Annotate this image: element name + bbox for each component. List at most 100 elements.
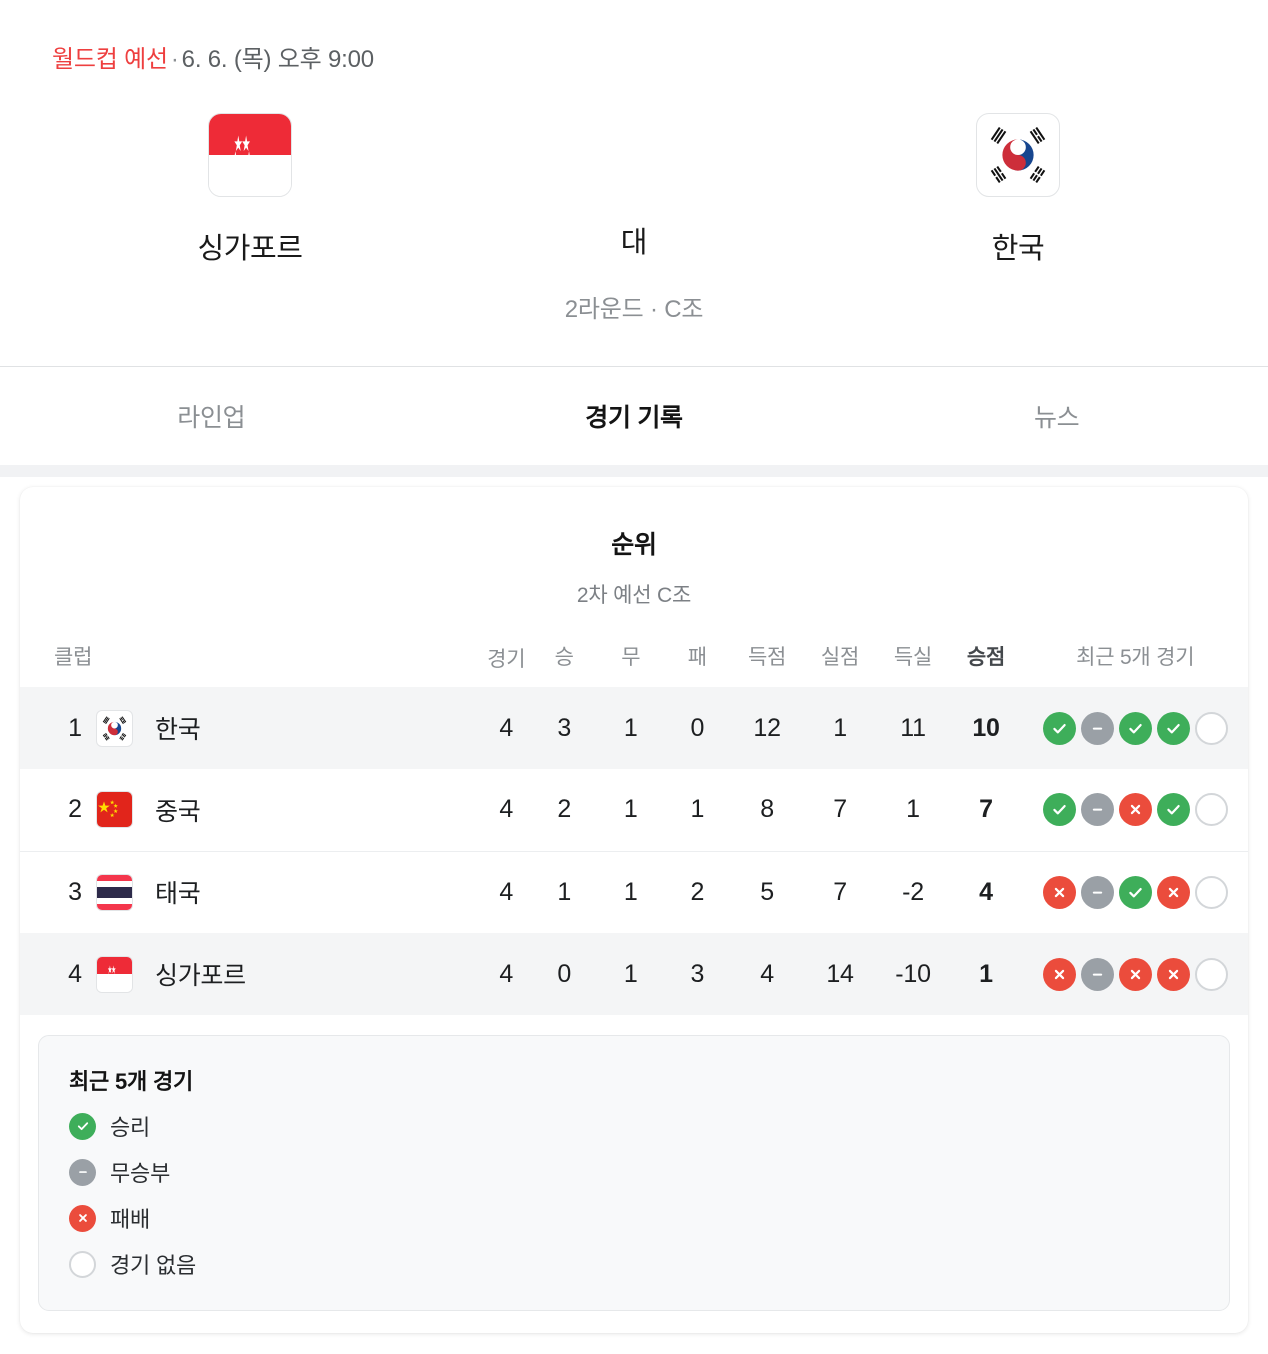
league-name[interactable]: 월드컵 예선 [52,46,168,73]
loss-icon [1118,957,1152,991]
table-header-row: 클럽 경기 승 무 패 득점 실점 득실 승점 최근 5개 경기 [20,641,1248,687]
loss-icon [1042,957,1076,991]
cell-club: 3 태국 [20,851,482,933]
no-match-icon [1194,957,1228,991]
home-team-block[interactable]: 싱가포르 [40,113,460,267]
cell-points: 7 [949,769,1023,852]
cell-win: 0 [530,933,598,1016]
loss-icon [1156,875,1190,909]
cell-goal-diff: 11 [876,687,950,770]
cell-points: 10 [949,687,1023,770]
loss-icon [1118,793,1152,827]
tab-match-record[interactable]: 경기 기록 [423,398,846,434]
standings-title: 순위 [611,531,657,560]
rank-number: 3 [68,877,82,906]
no-match-icon [1194,875,1228,909]
cell-played: 4 [481,769,531,852]
cell-win: 1 [557,877,572,906]
cell-goals-against: 7 [803,769,877,852]
club-name: 한국 [155,716,201,745]
standings-body: 1 한국 4 3 1 0 12 1 11 10 2 중국 4 2 1 1 8 7 1 7 3 태국 4 1 1 2 5 7 -2 4 4 싱가… [20,687,1248,1016]
win-icon [1118,875,1152,909]
cell-loss: 1 [664,769,731,852]
legend-item-label: 패배 [110,1207,151,1233]
cell-goal-diff: -10 [876,933,950,1016]
cell-draw: 1 [597,933,665,1016]
header-goals-against: 실점 [820,646,860,670]
cell-club: 2 중국 [20,769,482,852]
cell-recent-form [1023,851,1248,933]
vs-label: 대 [620,227,648,260]
table-row[interactable]: 4 싱가포르 4 0 1 3 4 14 -10 1 [20,933,1248,1016]
tab-lineup[interactable]: 라인업 [0,398,423,434]
legend-item-label: 무승부 [110,1161,171,1187]
korea-flag-icon [96,709,133,747]
cell-draw: 1 [597,687,665,770]
tab-bar: 라인업 경기 기록 뉴스 [0,367,1268,466]
draw-icon [1080,875,1114,909]
cell-goals-for: 4 [730,933,804,1016]
club-name: 중국 [155,797,201,826]
loss-icon [69,1204,96,1232]
league-separator: · [170,46,179,73]
teams-row: 싱가포르 대 2라운드 · C조 한국 [0,113,1268,324]
rank-number: 4 [68,959,82,988]
win-icon [1156,793,1190,827]
cell-recent-form [1022,687,1248,770]
legend-item-label: 경기 없음 [110,1253,197,1279]
cell-goals-for: 5 [760,877,774,906]
cell-points: 4 [979,877,993,906]
header-played: 경기 [487,648,526,672]
form-legend: 최근 5개 경기 승리 무승부 패배 경기 없음 [38,1035,1230,1312]
cell-club: 4 싱가포르 [20,933,482,1016]
match-datetime: 6. 6. (목) 오후 9:00 [181,46,374,73]
cell-loss: 3 [664,933,731,1016]
win-icon [1118,711,1152,745]
tab-news[interactable]: 뉴스 [845,398,1268,434]
cell-win: 3 [530,687,598,770]
header-loss: 패 [687,646,707,670]
cell-draw: 1 [597,769,665,852]
cell-goals-against: 1 [803,687,877,770]
match-detail-page: 월드컵 예선 · 6. 6. (목) 오후 9:00 싱가포르 대 2라운드 ·… [0,0,1268,1354]
cell-played: 4 [481,687,531,770]
match-header: 월드컵 예선 · 6. 6. (목) 오후 9:00 싱가포르 대 2라운드 ·… [0,0,1268,368]
legend-item-label: 승리 [110,1115,151,1141]
draw-icon [1080,711,1114,745]
header-goal-diff: 득실 [893,646,933,670]
header-goals-for: 득점 [747,646,787,670]
club-name: 태국 [155,880,201,909]
away-team-name: 한국 [991,233,1045,266]
header-draw: 무 [621,646,641,670]
draw-icon [69,1158,96,1186]
thailand-flag-icon [96,873,133,911]
win-icon [1042,793,1076,827]
cell-draw: 1 [623,877,638,906]
loss-icon [1156,957,1190,991]
cell-goals-for: 12 [730,687,804,770]
loss-icon [1042,875,1076,909]
standings-card: 순위 2차 예선 C조 클럽 경기 승 무 패 득점 실점 득실 승점 최근 5… [20,487,1248,1334]
cell-win: 2 [530,769,598,852]
table-row[interactable]: 2 중국 4 2 1 1 8 7 1 7 [20,769,1248,852]
win-icon [69,1112,96,1140]
standings-subtitle: 2차 예선 C조 [576,584,692,608]
table-row[interactable]: 1 한국 4 3 1 0 12 1 11 10 [20,687,1248,770]
cell-loss: 2 [690,877,705,906]
cell-goal-diff: -2 [902,877,924,906]
no-match-icon [1194,711,1228,745]
cell-recent-form [1022,769,1248,852]
cell-recent-form [1022,933,1248,1016]
cell-goal-diff: 1 [876,769,950,852]
legend-items: 승리무승부패배경기 없음 [69,1110,1199,1280]
away-team-block[interactable]: 한국 [808,113,1228,267]
table-row[interactable]: 3 태국 4 1 1 2 5 7 -2 4 [20,851,1248,933]
cell-loss: 0 [664,687,731,770]
draw-icon [1080,957,1114,991]
round-label: 2라운드 · C조 [564,296,704,324]
rank-number: 1 [68,713,82,742]
singapore-flag-icon [208,113,292,198]
singapore-flag-icon [96,955,133,993]
china-flag-icon [96,791,133,829]
legend-item: 무승부 [69,1156,1199,1188]
